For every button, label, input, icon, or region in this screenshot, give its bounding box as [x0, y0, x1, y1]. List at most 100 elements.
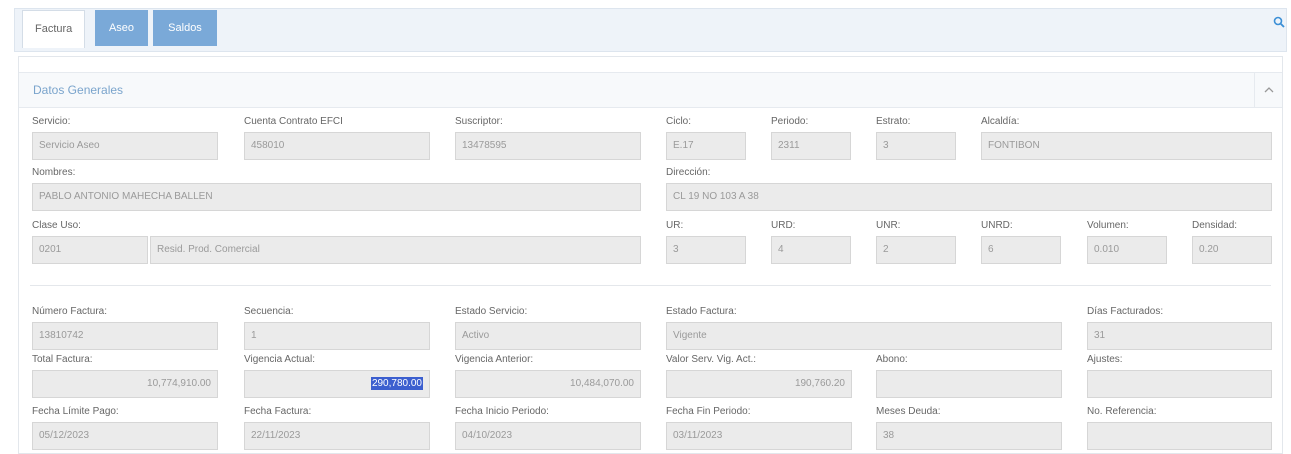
tab-saldos[interactable]: Saldos: [153, 10, 217, 46]
meses-deuda-field: Meses Deuda: 38: [876, 405, 1062, 450]
estado-factura-field: Estado Factura: Vigente: [666, 305, 1062, 350]
field-label: Volumen:: [1087, 220, 1129, 231]
field-label: Días Facturados:: [1087, 306, 1164, 317]
servicio-input[interactable]: Servicio Aseo: [32, 132, 218, 160]
fecha-fin-input[interactable]: 03/11/2023: [666, 422, 852, 450]
section-title: Datos Generales: [33, 83, 124, 97]
unr-input[interactable]: 2: [876, 236, 956, 264]
clase-uso-desc-input[interactable]: Resid. Prod. Comercial: [150, 236, 641, 264]
cuenta-input[interactable]: 458010: [244, 132, 430, 160]
field-label: Clase Uso:: [32, 220, 81, 231]
ajustes-input[interactable]: [1087, 370, 1272, 398]
field-label: Vigencia Anterior:: [455, 354, 534, 365]
ciclo-input[interactable]: E.17: [666, 132, 746, 160]
clase-uso-desc-field: Resid. Prod. Comercial: [150, 219, 641, 264]
field-label: Servicio:: [32, 116, 71, 127]
densidad-field: Densidad: 0.20: [1192, 219, 1272, 264]
field-label: UNR:: [876, 220, 901, 231]
fecha-inicio-input[interactable]: 04/10/2023: [455, 422, 641, 450]
field-label: Fecha Factura:: [244, 406, 312, 417]
no-referencia-field: No. Referencia:: [1087, 405, 1272, 450]
field-label: Total Factura:: [32, 354, 93, 365]
field-label: Estrato:: [876, 116, 911, 127]
densidad-input[interactable]: 0.20: [1192, 236, 1272, 264]
field-label: Dirección:: [666, 167, 711, 178]
field-label: Ciclo:: [666, 116, 692, 127]
unrd-field: UNRD: 6: [981, 219, 1061, 264]
field-label: Densidad:: [1192, 220, 1238, 231]
estado-servicio-input[interactable]: Activo: [455, 322, 641, 350]
tab-factura[interactable]: Factura: [22, 10, 86, 48]
direccion-input[interactable]: CL 19 NO 103 A 38: [666, 183, 1272, 211]
vigencia-actual-field: Vigencia Actual: 290,780.00: [244, 353, 430, 398]
dias-facturados-input[interactable]: 31: [1087, 322, 1272, 350]
field-label: Secuencia:: [244, 306, 294, 317]
field-label: No. Referencia:: [1087, 406, 1157, 417]
fecha-limite-input[interactable]: 05/12/2023: [32, 422, 218, 450]
abono-field: Abono:: [876, 353, 1062, 398]
fecha-limite-field: Fecha Límite Pago: 05/12/2023: [32, 405, 218, 450]
nombres-input[interactable]: PABLO ANTONIO MAHECHA BALLEN: [32, 183, 641, 211]
field-label: Abono:: [876, 354, 908, 365]
meses-deuda-input[interactable]: 38: [876, 422, 1062, 450]
direccion-field: Dirección: CL 19 NO 103 A 38: [666, 166, 1272, 211]
vigencia-anterior-input[interactable]: 10,484,070.00: [455, 370, 641, 398]
unr-field: UNR: 2: [876, 219, 956, 264]
numero-factura-input[interactable]: 13810742: [32, 322, 218, 350]
field-label: Suscriptor:: [455, 116, 503, 127]
urd-field: URD: 4: [771, 219, 851, 264]
unrd-input[interactable]: 6: [981, 236, 1061, 264]
field-label: Fecha Fin Periodo:: [666, 406, 751, 417]
volumen-input[interactable]: 0.010: [1087, 236, 1167, 264]
estado-servicio-field: Estado Servicio: Activo: [455, 305, 641, 350]
field-label: Ajustes:: [1087, 354, 1123, 365]
ciclo-field: Ciclo: E.17: [666, 115, 746, 160]
fecha-factura-input[interactable]: 22/11/2023: [244, 422, 430, 450]
field-label: Estado Factura:: [666, 306, 737, 317]
estrato-input[interactable]: 3: [876, 132, 956, 160]
ur-field: UR: 3: [666, 219, 746, 264]
periodo-input[interactable]: 2311: [771, 132, 851, 160]
field-label: Valor Serv. Vig. Act.:: [666, 354, 757, 365]
clase-uso-field: Clase Uso: 0201: [32, 219, 148, 264]
field-label: Fecha Inicio Periodo:: [455, 406, 549, 417]
search-icon[interactable]: [1273, 16, 1285, 31]
ajustes-field: Ajustes:: [1087, 353, 1272, 398]
selected-text: 290,780.00: [370, 377, 423, 390]
ur-input[interactable]: 3: [666, 236, 746, 264]
alcaldia-field: Alcaldía: FONTIBON: [981, 115, 1272, 160]
fecha-inicio-field: Fecha Inicio Periodo: 04/10/2023: [455, 405, 641, 450]
secuencia-field: Secuencia: 1: [244, 305, 430, 350]
vigencia-actual-input[interactable]: 290,780.00: [244, 370, 430, 398]
cuenta-field: Cuenta Contrato EFCI 458010: [244, 115, 430, 160]
valor-serv-field: Valor Serv. Vig. Act.: 190,760.20: [666, 353, 852, 398]
section-header[interactable]: Datos Generales: [19, 72, 1282, 108]
estado-factura-input[interactable]: Vigente: [666, 322, 1062, 350]
numero-factura-field: Número Factura: 13810742: [32, 305, 218, 350]
volumen-field: Volumen: 0.010: [1087, 219, 1167, 264]
field-label: Nombres:: [32, 167, 76, 178]
field-label: Periodo:: [771, 116, 809, 127]
chevron-up-icon[interactable]: [1254, 73, 1282, 107]
nombres-field: Nombres: PABLO ANTONIO MAHECHA BALLEN: [32, 166, 641, 211]
fecha-fin-field: Fecha Fin Periodo: 03/11/2023: [666, 405, 852, 450]
field-label: Meses Deuda:: [876, 406, 941, 417]
urd-input[interactable]: 4: [771, 236, 851, 264]
field-label: UR:: [666, 220, 684, 231]
tab-aseo[interactable]: Aseo: [95, 10, 148, 46]
alcaldia-input[interactable]: FONTIBON: [981, 132, 1272, 160]
no-referencia-input[interactable]: [1087, 422, 1272, 450]
field-label: URD:: [771, 220, 796, 231]
clase-uso-code-input[interactable]: 0201: [32, 236, 148, 264]
secuencia-input[interactable]: 1: [244, 322, 430, 350]
field-label: Número Factura:: [32, 306, 108, 317]
field-label: Cuenta Contrato EFCI: [244, 116, 343, 127]
suscriptor-input[interactable]: 13478595: [455, 132, 641, 160]
field-label: UNRD:: [981, 220, 1013, 231]
field-label: Vigencia Actual:: [244, 354, 315, 365]
field-label: Fecha Límite Pago:: [32, 406, 119, 417]
total-factura-input[interactable]: 10,774,910.00: [32, 370, 218, 398]
valor-serv-input[interactable]: 190,760.20: [666, 370, 852, 398]
abono-input[interactable]: [876, 370, 1062, 398]
servicio-field: Servicio: Servicio Aseo: [32, 115, 218, 160]
